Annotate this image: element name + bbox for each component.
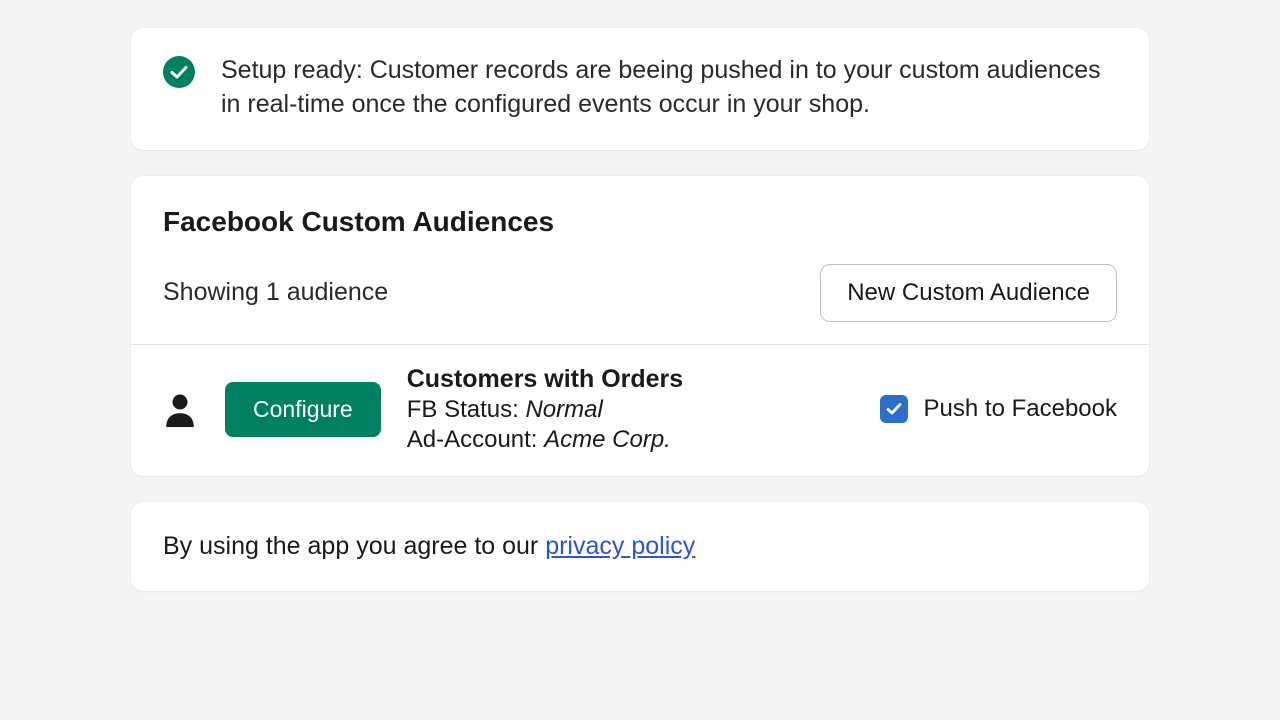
setup-ready-banner: Setup ready: Customer records are beeing… — [131, 28, 1149, 150]
privacy-policy-link[interactable]: privacy policy — [545, 532, 695, 560]
section-title: Facebook Custom Audiences — [163, 206, 1117, 238]
audiences-card: Facebook Custom Audiences Showing 1 audi… — [131, 176, 1149, 476]
privacy-footer: By using the app you agree to our privac… — [131, 502, 1149, 591]
configure-button[interactable]: Configure — [225, 382, 381, 437]
push-to-facebook-label: Push to Facebook — [924, 395, 1117, 423]
banner-message: Setup ready: Customer records are beeing… — [221, 54, 1117, 122]
footer-text-prefix: By using the app you agree to our — [163, 532, 545, 560]
new-custom-audience-button[interactable]: New Custom Audience — [820, 264, 1117, 322]
audience-ad-account: Ad-Account: Acme Corp. — [407, 426, 880, 454]
success-check-icon — [163, 56, 195, 88]
push-to-facebook-checkbox[interactable] — [880, 395, 908, 423]
showing-count-text: Showing 1 audience — [163, 278, 388, 307]
user-icon — [165, 392, 195, 426]
audience-fb-status: FB Status: Normal — [407, 396, 880, 424]
audience-row: Configure Customers with Orders FB Statu… — [131, 345, 1149, 476]
audience-name: Customers with Orders — [407, 365, 880, 394]
